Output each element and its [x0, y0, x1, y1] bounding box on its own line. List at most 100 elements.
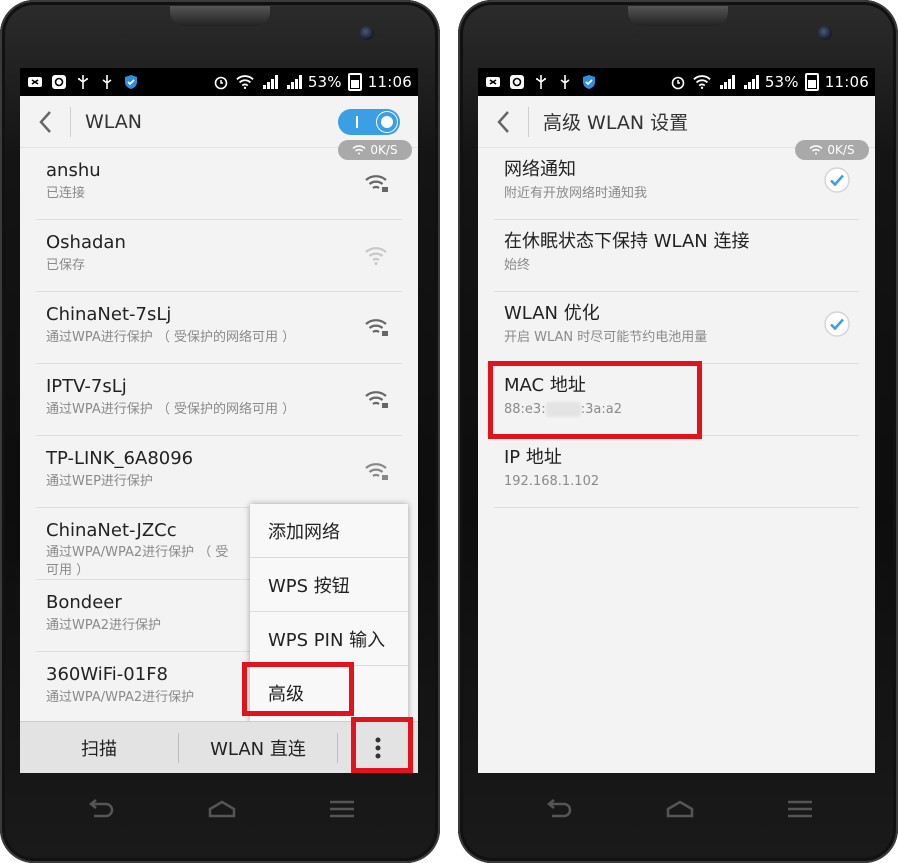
menu-item-add-network[interactable]: 添加网络 — [250, 504, 408, 558]
earpiece-speaker — [170, 6, 270, 26]
sync-icon — [50, 74, 68, 90]
toggle-on-mark — [356, 116, 358, 128]
clock: 11:06 — [367, 73, 412, 91]
battery-icon — [804, 73, 819, 91]
network-item[interactable]: TP-LINK_6A8096 通过WEP进行保护 — [36, 436, 402, 508]
phone-right: 53% 11:06 高级 WLAN 设置 0K/S 网络通知 附近有开放网络时通… — [458, 0, 898, 863]
setting-name: IP 地址 — [504, 447, 562, 468]
screen-wlan: 53% 11:06 WLAN 0K/S anshu 已连接 Oshadan 已保… — [20, 68, 418, 773]
alarm-icon — [212, 74, 230, 90]
menu-lines-icon — [788, 800, 812, 818]
usb-debug-icon — [98, 74, 116, 90]
usb-icon — [74, 74, 92, 90]
network-status: 已保存 — [46, 258, 86, 273]
back-arrow-icon — [88, 799, 114, 818]
ip-address-value: 192.168.1.102 — [504, 474, 600, 489]
back-key[interactable] — [80, 796, 120, 822]
setting-name: WLAN 优化 — [504, 303, 600, 324]
highlight-overflow — [351, 717, 413, 773]
back-arrow-icon — [546, 799, 572, 818]
setting-summary: 始终 — [504, 258, 531, 273]
menu-key[interactable] — [780, 796, 820, 822]
home-key[interactable] — [202, 796, 242, 822]
status-bar: 53% 11:06 — [478, 68, 875, 96]
battery-icon — [347, 73, 362, 91]
usb-debug-icon — [556, 74, 574, 90]
setting-summary: 附近有开放网络时通知我 — [504, 186, 648, 201]
home-icon — [666, 800, 694, 818]
menu-key[interactable] — [322, 796, 362, 822]
menu-item-wps-button[interactable]: WPS 按钮 — [250, 558, 408, 612]
network-name: ChinaNet-7sLj — [46, 304, 172, 325]
wifi-locked-icon — [365, 319, 388, 336]
hardware-keys — [458, 790, 898, 830]
network-name: TP-LINK_6A8096 — [46, 448, 194, 469]
home-key[interactable] — [660, 796, 700, 822]
network-speed-badge: 0K/S — [795, 140, 869, 160]
back-key[interactable] — [538, 796, 578, 822]
home-icon — [208, 800, 236, 818]
speed-text: 0K/S — [827, 143, 855, 157]
signal-2-icon — [284, 74, 302, 90]
network-name: anshu — [46, 160, 101, 181]
network-item[interactable]: Oshadan 已保存 — [36, 220, 402, 292]
settings-list: 网络通知 附近有开放网络时通知我 在休眠状态下保持 WLAN 连接 始终 WLA… — [478, 148, 875, 508]
front-camera — [360, 26, 374, 40]
chevron-left-icon — [497, 110, 509, 133]
setting-ip-address: IP 地址 192.168.1.102 — [494, 436, 859, 508]
wifi-icon — [236, 74, 254, 90]
wifi-locked-icon — [365, 175, 388, 192]
signal-1-icon — [717, 74, 735, 90]
wifi-locked-icon — [365, 391, 388, 408]
network-status: 通过WPA进行保护 （ 受保护的网络可用 ） — [46, 402, 296, 417]
network-item[interactable]: ChinaNet-7sLj 通过WPA进行保护 （ 受保护的网络可用 ） — [36, 292, 402, 364]
setting-name: 网络通知 — [504, 159, 576, 180]
usb-icon — [532, 74, 550, 90]
notification-icon — [484, 74, 502, 90]
network-status: 通过WEP进行保护 — [46, 474, 153, 489]
wifi-icon — [693, 74, 711, 90]
menu-item-wps-pin[interactable]: WPS PIN 输入 — [250, 612, 408, 666]
network-status: 通过WPA进行保护 （ 受保护的网络可用 ） — [46, 330, 296, 345]
network-name: IPTV-7sLj — [46, 376, 127, 397]
notification-icon — [26, 74, 44, 90]
wlan-toggle[interactable] — [338, 109, 400, 135]
hardware-keys — [0, 790, 440, 830]
front-camera — [818, 26, 832, 40]
highlight-mac-address — [488, 361, 702, 439]
back-button[interactable] — [478, 96, 528, 148]
network-item[interactable]: IPTV-7sLj 通过WPA进行保护 （ 受保护的网络可用 ） — [36, 364, 402, 436]
setting-keep-wlan-sleep[interactable]: 在休眠状态下保持 WLAN 连接 始终 — [494, 220, 859, 292]
clock: 11:06 — [824, 73, 869, 91]
wifi-locked-icon — [365, 463, 388, 480]
phone-left: 53% 11:06 WLAN 0K/S anshu 已连接 Oshadan 已保… — [0, 0, 440, 863]
wifi-small-icon — [809, 145, 823, 155]
network-status: 已连接 — [46, 186, 86, 201]
checkbox-checked-icon[interactable] — [823, 310, 851, 338]
speed-text: 0K/S — [370, 143, 398, 157]
menu-lines-icon — [330, 800, 354, 818]
wifi-weak-icon — [365, 247, 387, 265]
network-name: Oshadan — [46, 232, 126, 253]
scan-button[interactable]: 扫描 — [20, 722, 178, 774]
signal-2-icon — [741, 74, 759, 90]
status-bar: 53% 11:06 — [20, 68, 418, 96]
wifi-small-icon — [352, 145, 366, 155]
back-button[interactable] — [20, 96, 70, 148]
signal-1-icon — [260, 74, 278, 90]
battery-percent: 53% — [764, 73, 799, 91]
toggle-knob — [377, 112, 397, 132]
network-speed-badge: 0K/S — [338, 140, 412, 160]
page-title: WLAN — [85, 110, 143, 133]
shield-icon — [580, 74, 598, 90]
checkbox-checked-icon[interactable] — [823, 166, 851, 194]
highlight-advanced — [242, 662, 354, 716]
setting-summary: 开启 WLAN 时尽可能节约电池用量 — [504, 330, 708, 345]
shield-icon — [122, 74, 140, 90]
setting-wlan-optimize[interactable]: WLAN 优化 开启 WLAN 时尽可能节约电池用量 — [494, 292, 859, 364]
sync-icon — [508, 74, 526, 90]
page-title: 高级 WLAN 设置 — [543, 112, 689, 134]
battery-percent: 53% — [307, 73, 342, 91]
earpiece-speaker — [628, 6, 728, 26]
wlan-direct-button[interactable]: WLAN 直连 — [179, 722, 337, 774]
